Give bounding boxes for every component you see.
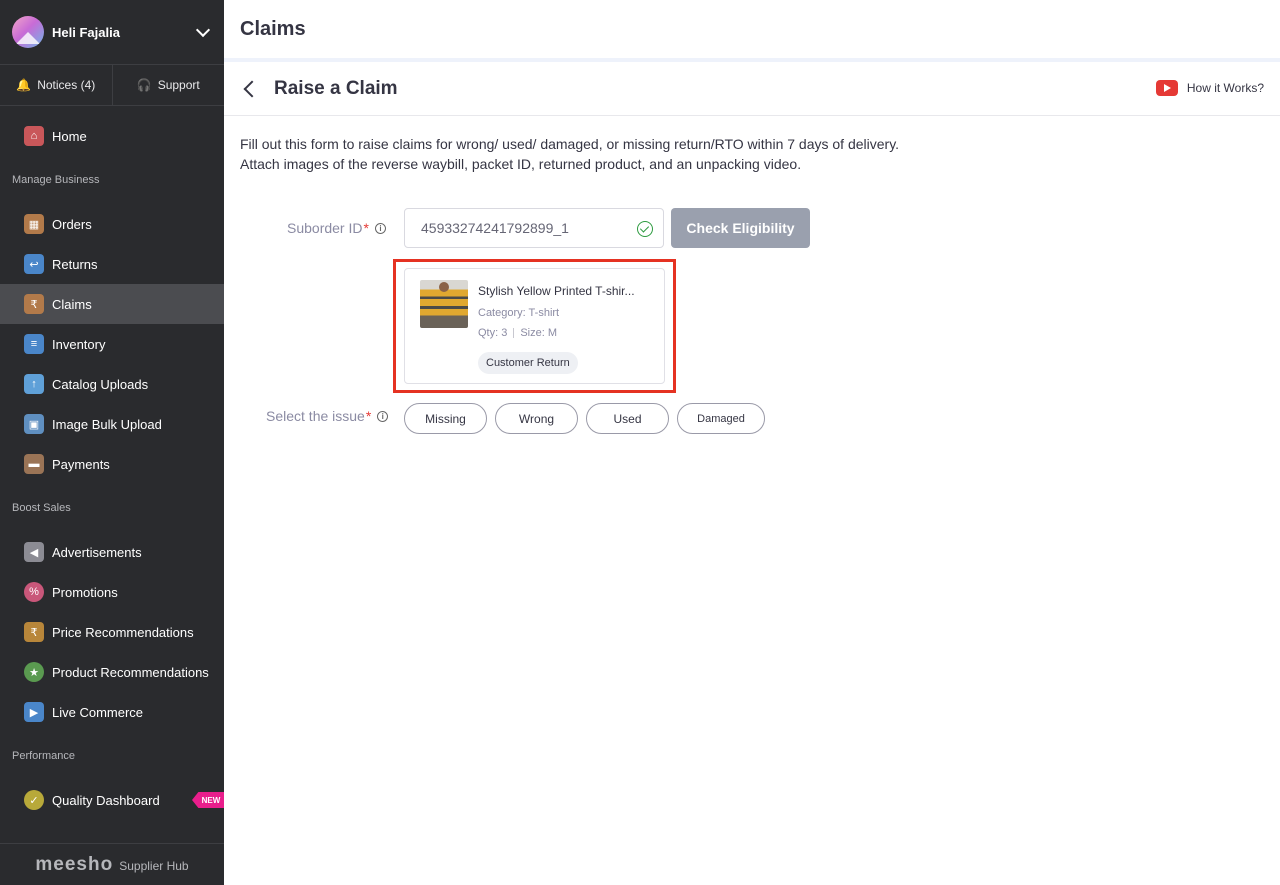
- sidebar-nav: ⌂ Home Manage Business ▦ Orders ↩ Return…: [0, 116, 224, 820]
- top-buttons: 🔔 Notices (4) 🎧 Support: [0, 65, 224, 106]
- issue-used-button[interactable]: Used: [586, 403, 669, 434]
- issue-missing-button[interactable]: Missing: [404, 403, 487, 434]
- return-type-tag: Customer Return: [478, 352, 578, 374]
- cloud-upload-icon: ↑: [24, 374, 44, 394]
- sidebar-item-label: Returns: [52, 256, 98, 272]
- headset-icon: 🎧: [136, 78, 152, 92]
- claims-icon: ₹: [24, 294, 44, 314]
- issue-label-text: Select the issue: [266, 408, 365, 424]
- sidebar-item-label: Orders: [52, 216, 92, 232]
- youtube-icon: [1155, 80, 1178, 96]
- form-description: Fill out this form to raise claims for w…: [240, 136, 900, 172]
- wallet-icon: ▬: [24, 454, 44, 474]
- product-qty: Qty: 3: [478, 327, 508, 339]
- image-icon: ▣: [24, 414, 44, 434]
- sidebar-item-live-commerce[interactable]: ▶ Live Commerce: [0, 692, 224, 732]
- suborder-label: Suborder ID * i: [287, 220, 386, 236]
- required-mark: *: [363, 220, 369, 236]
- product-category: Category: T-shirt: [478, 307, 560, 319]
- sidebar-item-label: Inventory: [52, 336, 106, 352]
- return-icon: ↩: [24, 254, 44, 274]
- product-card: Stylish Yellow Printed T-shir... Categor…: [404, 268, 665, 384]
- section-boost-sales: Boost Sales: [12, 502, 71, 514]
- megaphone-icon: ◀: [24, 542, 44, 562]
- badge-check-icon: ✓: [24, 790, 44, 810]
- sidebar-item-label: Live Commerce: [52, 704, 144, 720]
- sidebar-item-label: Catalog Uploads: [52, 376, 149, 392]
- suborder-value: 45933274241792899_1: [421, 220, 569, 236]
- sidebar-item-label: Price Recommendations: [52, 624, 194, 640]
- how-it-works-label: How it Works?: [1186, 81, 1264, 95]
- section-performance: Performance: [12, 750, 75, 762]
- product-name: Stylish Yellow Printed T-shir...: [478, 284, 635, 298]
- support-button[interactable]: 🎧 Support: [111, 65, 225, 105]
- percent-icon: %: [24, 582, 44, 602]
- new-badge: NEW: [192, 792, 224, 808]
- info-icon[interactable]: i: [377, 410, 389, 422]
- sidebar-item-label: Claims: [52, 296, 92, 312]
- sidebar-item-advertisements[interactable]: ◀ Advertisements: [0, 532, 224, 572]
- sidebar-item-home[interactable]: ⌂ Home: [0, 116, 224, 156]
- notices-button[interactable]: 🔔 Notices (4): [0, 65, 112, 105]
- home-icon: ⌂: [24, 126, 44, 146]
- notices-label: Notices (4): [37, 78, 96, 92]
- issue-wrong-button[interactable]: Wrong: [495, 403, 578, 434]
- main-content: Claims Raise a Claim How it Works? Fill …: [224, 0, 1280, 885]
- sub-title: Raise a Claim: [274, 77, 398, 99]
- sidebar-item-image-bulk-upload[interactable]: ▣ Image Bulk Upload: [0, 404, 224, 444]
- support-label: Support: [157, 78, 200, 92]
- sidebar-item-label: Payments: [52, 456, 110, 472]
- box-icon: ▦: [24, 214, 44, 234]
- suborder-label-text: Suborder ID: [287, 220, 363, 236]
- star-icon: ★: [24, 662, 44, 682]
- product-thumbnail: [420, 280, 468, 328]
- sidebar-item-inventory[interactable]: ≡ Inventory: [0, 324, 224, 364]
- sidebar-item-label: Quality Dashboard: [52, 792, 160, 808]
- meesho-logo: meesho: [35, 853, 114, 875]
- profile-name: Heli Fajalia: [52, 24, 120, 40]
- how-it-works-link[interactable]: How it Works?: [1155, 80, 1264, 96]
- profile-header[interactable]: Heli Fajalia: [0, 0, 224, 65]
- sidebar: Heli Fajalia 🔔 Notices (4) 🎧 Support ⌂ H…: [0, 0, 224, 885]
- info-icon[interactable]: i: [374, 222, 386, 234]
- check-eligibility-button[interactable]: Check Eligibility: [671, 208, 810, 248]
- sidebar-item-returns[interactable]: ↩ Returns: [0, 244, 224, 284]
- sidebar-item-label: Image Bulk Upload: [52, 416, 162, 432]
- required-mark: *: [365, 408, 372, 424]
- avatar: [12, 16, 44, 48]
- sidebar-item-label: Promotions: [52, 584, 118, 600]
- product-meta: Qty: 3 Size: M: [478, 327, 557, 339]
- brand-subtitle: Supplier Hub: [119, 859, 189, 873]
- sidebar-footer: meesho Supplier Hub: [0, 843, 224, 885]
- sidebar-item-label: Product Recommendations: [52, 664, 209, 680]
- page-title: Claims: [240, 17, 306, 40]
- section-manage-business: Manage Business: [12, 174, 100, 186]
- check-circle-icon: [637, 221, 653, 237]
- sub-header: Raise a Claim How it Works?: [224, 62, 1280, 116]
- sidebar-item-label: Advertisements: [52, 544, 142, 560]
- video-camera-icon: ▶: [24, 702, 44, 722]
- clipboard-icon: ≡: [24, 334, 44, 354]
- sidebar-item-payments[interactable]: ▬ Payments: [0, 444, 224, 484]
- issue-damaged-button[interactable]: Damaged: [677, 403, 765, 434]
- product-size: Size: M: [520, 327, 558, 339]
- bell-icon: 🔔: [16, 78, 32, 92]
- sidebar-item-orders[interactable]: ▦ Orders: [0, 204, 224, 244]
- chevron-down-icon[interactable]: [195, 22, 211, 38]
- sidebar-item-product-recommendations[interactable]: ★ Product Recommendations: [0, 652, 224, 692]
- issue-label: Select the issue * i: [266, 408, 389, 424]
- sidebar-item-label: Home: [52, 128, 87, 144]
- suborder-id-input[interactable]: 45933274241792899_1: [404, 208, 664, 248]
- page-header: Claims: [224, 0, 1280, 62]
- sidebar-item-claims[interactable]: ₹ Claims: [0, 284, 224, 324]
- sidebar-item-quality-dashboard[interactable]: ✓ Quality Dashboard NEW: [0, 780, 224, 820]
- sidebar-item-price-recommendations[interactable]: ₹ Price Recommendations: [0, 612, 224, 652]
- sidebar-item-catalog-uploads[interactable]: ↑ Catalog Uploads: [0, 364, 224, 404]
- price-bag-icon: ₹: [24, 622, 44, 642]
- sidebar-item-promotions[interactable]: % Promotions: [0, 572, 224, 612]
- divider: [513, 328, 515, 338]
- back-arrow-icon[interactable]: [243, 80, 261, 97]
